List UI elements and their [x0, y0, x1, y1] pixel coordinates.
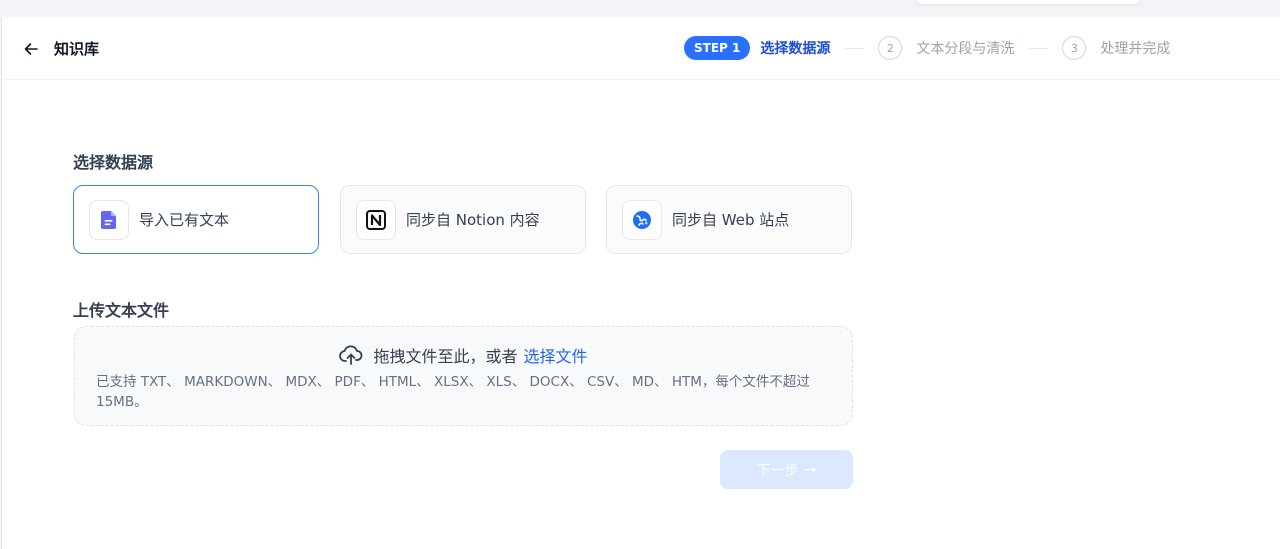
stepper: STEP 1 选择数据源 2 文本分段与清洗 3 处理并完成	[684, 36, 1170, 60]
step-3-badge: 3	[1062, 36, 1087, 60]
source-option-web[interactable]: 同步自 Web 站点	[606, 185, 852, 254]
document-icon	[89, 199, 129, 240]
source-option-label: 同步自 Notion 内容	[406, 211, 540, 229]
upload-section-title: 上传文本文件	[73, 301, 170, 320]
step-separator	[844, 47, 865, 49]
web-icon	[622, 199, 662, 240]
step-1-label: 选择数据源	[760, 41, 831, 57]
step-2-badge: 2	[878, 36, 903, 60]
arrow-right-icon: →	[804, 461, 817, 478]
page-header: 知识库 STEP 1 选择数据源 2 文本分段与清洗 3 处理并完成	[2, 17, 1280, 80]
top-band	[0, 0, 1280, 17]
source-section-title: 选择数据源	[73, 153, 154, 172]
dropzone-text: 拖拽文件至此，或者	[373, 347, 518, 366]
next-step-button[interactable]: 下一步 →	[720, 450, 853, 489]
source-option-label: 同步自 Web 站点	[672, 211, 790, 229]
arrow-left-icon	[24, 43, 38, 55]
file-dropzone[interactable]: 拖拽文件至此，或者 选择文件 已支持 TXT、 MARKDOWN、 MDX、 P…	[74, 326, 853, 426]
page-title: 知识库	[54, 40, 100, 58]
cloud-upload-icon	[339, 345, 363, 365]
notion-icon	[356, 199, 396, 240]
source-option-import-text[interactable]: 导入已有文本	[73, 185, 319, 254]
select-file-link[interactable]: 选择文件	[524, 343, 588, 367]
step-3-label: 处理并完成	[1100, 41, 1171, 57]
back-button[interactable]	[20, 38, 42, 60]
step-separator	[1028, 47, 1049, 49]
next-step-label: 下一步	[756, 462, 799, 479]
dropzone-prompt: 拖拽文件至此，或者 选择文件	[75, 343, 852, 367]
source-option-notion[interactable]: 同步自 Notion 内容	[340, 185, 586, 254]
main-panel: 知识库 STEP 1 选择数据源 2 文本分段与清洗 3 处理并完成 选择数据源…	[1, 17, 1280, 549]
top-floating-pill	[915, 0, 1141, 4]
source-option-label: 导入已有文本	[139, 211, 230, 229]
step-2-label: 文本分段与清洗	[916, 41, 1015, 57]
supported-formats-hint: 已支持 TXT、 MARKDOWN、 MDX、 PDF、 HTML、 XLSX、…	[96, 374, 810, 410]
step-1-badge: STEP 1	[684, 36, 751, 60]
